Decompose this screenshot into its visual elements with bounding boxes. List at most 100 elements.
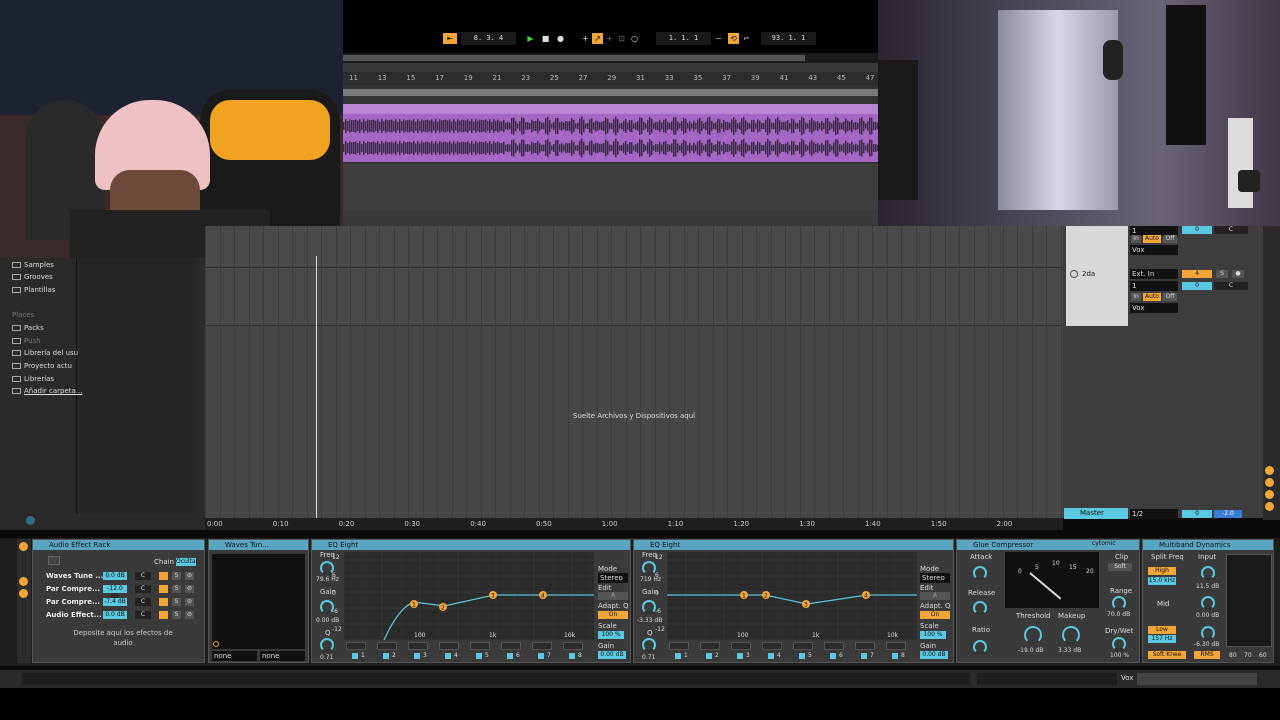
chain-solo[interactable]: S <box>172 611 181 619</box>
eq1-band-filter[interactable] <box>563 642 583 650</box>
eq1-band-toggle[interactable] <box>414 653 420 659</box>
glue-threshold-value[interactable]: -19.0 dB <box>1018 647 1043 654</box>
mbd-low-freq[interactable]: 157 Hz <box>1148 635 1176 643</box>
chain-name[interactable]: Par Compre... <box>46 585 100 593</box>
eq1-band-toggle[interactable] <box>476 653 482 659</box>
browser-item-templates[interactable]: Plantillas <box>12 286 55 294</box>
eq2-band-filter[interactable] <box>762 642 782 650</box>
eq2-band-toggle[interactable] <box>737 653 743 659</box>
mbd-high-input-value[interactable]: 11.5 dB <box>1196 583 1219 590</box>
mbd-rms[interactable]: RMS <box>1194 651 1220 659</box>
macro-toggle-icon[interactable] <box>19 589 28 598</box>
eq2-gain-knob[interactable] <box>642 600 656 614</box>
chain-name[interactable]: Waves Tune ... <box>46 572 103 580</box>
browser-item-grooves[interactable]: Grooves <box>12 273 53 281</box>
eq2-band-toggle[interactable] <box>675 653 681 659</box>
place-push[interactable]: Push <box>12 337 41 345</box>
browser-item-samples[interactable]: Samples <box>12 261 54 269</box>
waves-plugin-window[interactable] <box>212 554 305 649</box>
eq2-outgain-value[interactable]: 0.00 dB <box>920 651 948 659</box>
eq2-band-filter[interactable] <box>824 642 844 650</box>
eq1-band-toggle[interactable] <box>445 653 451 659</box>
glue-drywet-value[interactable]: 100 % <box>1110 652 1129 659</box>
master-track-header[interactable]: Master <box>1064 508 1128 519</box>
returns-toggle-icon[interactable] <box>1265 490 1274 499</box>
chain-solo[interactable]: S <box>172 598 181 606</box>
play-button[interactable]: ▶ <box>525 33 536 44</box>
glue-drywet-knob[interactable] <box>1112 637 1126 651</box>
loop-switch[interactable]: ⟲ <box>728 33 739 44</box>
track-2-input-type[interactable]: Ext. In <box>1130 269 1178 279</box>
mbd-high-input-knob[interactable] <box>1201 566 1215 580</box>
eq2-band-toggle[interactable] <box>830 653 836 659</box>
eq1-band-filter[interactable] <box>532 642 552 650</box>
eq1-band-filter[interactable] <box>470 642 490 650</box>
eq2-gain-value[interactable]: -3.33 dB <box>637 617 662 624</box>
chain-name[interactable]: Audio Effect... <box>46 611 102 619</box>
eq1-band-filter[interactable] <box>439 642 459 650</box>
chain-pan[interactable]: C <box>135 572 151 580</box>
chain-pan[interactable]: C <box>135 611 151 619</box>
glue-makeup-knob[interactable] <box>1062 626 1080 644</box>
eq1-title[interactable]: EQ Eight <box>312 540 630 550</box>
eq2-title[interactable]: EQ Eight <box>634 540 953 550</box>
track-2-arm[interactable]: ● <box>1232 270 1244 278</box>
chain-solo[interactable]: S <box>172 572 181 580</box>
eq2-q-value[interactable]: 0.71 <box>642 654 655 661</box>
mbd-mid-input-knob[interactable] <box>1201 596 1215 610</box>
mbd-display[interactable] <box>1226 554 1272 647</box>
mbd-low-input-value[interactable]: -6.30 dB <box>1194 641 1219 648</box>
chain-hotswap[interactable]: ⊘ <box>185 585 194 593</box>
mbd-high-button[interactable]: High <box>1148 567 1176 575</box>
track-1-volume[interactable]: 0 <box>1182 226 1212 234</box>
glue-range-knob[interactable] <box>1112 596 1126 610</box>
eq2-mode-select[interactable]: Stereo <box>920 573 950 583</box>
glue-attack-knob[interactable] <box>973 566 987 580</box>
eq2-band-filter[interactable] <box>731 642 751 650</box>
track-1-monitor-off[interactable]: Off <box>1163 235 1177 243</box>
chain-activator[interactable] <box>159 585 168 593</box>
fold-icon[interactable] <box>1070 270 1078 278</box>
rack-title[interactable]: Audio Effect Rack <box>33 540 204 550</box>
chain-toggle-icon[interactable] <box>19 577 28 586</box>
mbd-title[interactable]: Multiband Dynamics <box>1143 540 1273 550</box>
waves-select-1[interactable]: none <box>212 651 257 661</box>
eq1-band-toggle[interactable] <box>383 653 389 659</box>
track-2-monitor-in[interactable]: In <box>1131 293 1141 301</box>
eq1-band-toggle[interactable] <box>538 653 544 659</box>
eq1-band-toggle[interactable] <box>352 653 358 659</box>
track-1-monitor-in[interactable]: In <box>1131 235 1141 243</box>
chain-pan[interactable]: C <box>135 598 151 606</box>
eq2-band-toggle[interactable] <box>799 653 805 659</box>
eq2-band-toggle[interactable] <box>768 653 774 659</box>
stop-button[interactable]: ■ <box>540 33 551 44</box>
track-1-monitor-auto[interactable]: Auto <box>1143 235 1161 243</box>
eq2-band-filter[interactable] <box>886 642 906 650</box>
master-volume[interactable]: 0 <box>1182 510 1212 518</box>
glue-soft-clip[interactable]: Soft <box>1108 563 1132 571</box>
eq1-q-knob[interactable] <box>320 638 334 652</box>
chain-hotswap[interactable]: ⊘ <box>185 611 194 619</box>
chain-hotswap[interactable]: ⊘ <box>185 572 194 580</box>
track-2-pan[interactable]: C <box>1214 282 1248 290</box>
chain-pan[interactable]: C <box>135 585 151 593</box>
track-2-solo[interactable]: S <box>1216 270 1228 278</box>
eq2-band-toggle[interactable] <box>892 653 898 659</box>
mbd-mid-input-value[interactable]: 0.00 dB <box>1196 612 1219 619</box>
loop-brace[interactable] <box>343 85 878 104</box>
session-record-button[interactable]: ○ <box>629 33 640 44</box>
overdub-button[interactable]: + <box>580 33 591 44</box>
eq1-band-filter[interactable] <box>377 642 397 650</box>
glue-ratio-knob[interactable] <box>973 640 987 654</box>
audio-clip[interactable] <box>343 104 878 162</box>
eq1-mode-select[interactable]: Stereo <box>598 573 628 583</box>
track-1-output[interactable]: Vox <box>1130 245 1178 255</box>
chain-volume[interactable]: -7.4 dB <box>103 598 127 606</box>
eq2-adaptq-toggle[interactable]: On <box>920 611 950 619</box>
eq2-band-filter[interactable] <box>669 642 689 650</box>
eq1-band-filter[interactable] <box>408 642 428 650</box>
eq2-edit-toggle[interactable]: A <box>920 592 950 600</box>
eq1-gain-value[interactable]: 0.00 dB <box>316 617 339 624</box>
eq1-q-value[interactable]: 0.71 <box>320 654 333 661</box>
loop-start-display[interactable]: 1. 1. 1 <box>656 32 711 45</box>
